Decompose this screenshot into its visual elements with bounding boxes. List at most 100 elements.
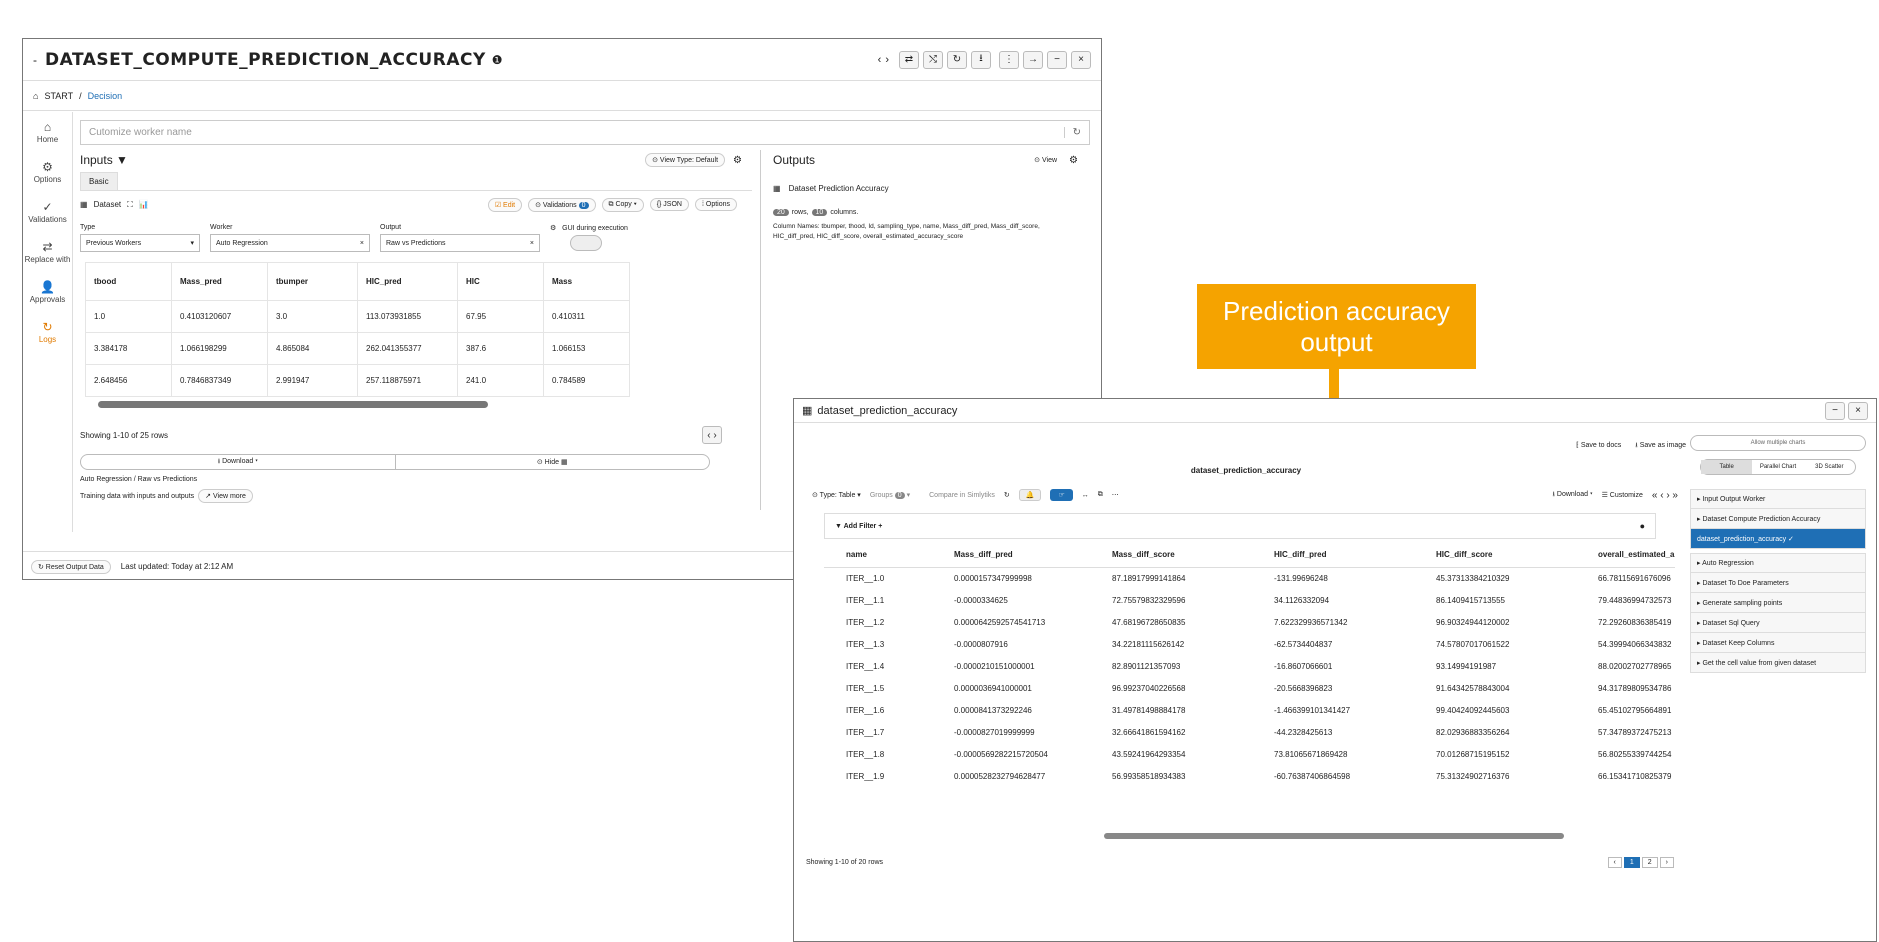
chart-icon[interactable]: 📊 (139, 200, 149, 209)
breadcrumb-start[interactable]: START (44, 91, 73, 101)
output-select[interactable]: Raw vs Predictions × (380, 234, 540, 252)
expand-horizontal-icon[interactable]: ↔ (1082, 492, 1089, 499)
pointer-icon[interactable]: ☞ (1050, 489, 1073, 501)
inputs-table: tbood Mass_pred tbumper HIC_pred HIC Mas… (85, 262, 630, 397)
column-header[interactable]: HIC_diff_score (1414, 543, 1576, 568)
sidebar-item-home[interactable]: ⌂ Home (23, 112, 72, 152)
refresh-icon[interactable]: ↻ (1004, 491, 1010, 499)
page-1-button[interactable]: 1 (1623, 857, 1640, 868)
column-header[interactable]: HIC (457, 262, 544, 301)
sidebar-item-approvals[interactable]: 👤 Approvals (23, 272, 72, 312)
column-header[interactable]: Mass_diff_score (1090, 543, 1252, 568)
download-button[interactable]: ⭳ Download ▾ (1553, 490, 1593, 501)
worker-item[interactable]: ▸ Dataset Sql Query (1690, 613, 1866, 633)
worker-item[interactable]: ▸ Generate sampling points (1690, 593, 1866, 613)
column-header[interactable]: name (824, 543, 932, 568)
column-header[interactable]: Mass (543, 262, 630, 301)
next-arrow-icon[interactable]: › (885, 54, 889, 66)
collapse-icon[interactable]: - (33, 53, 37, 67)
worker-item[interactable]: ▸ Input Output Worker (1690, 489, 1866, 509)
page-nav[interactable]: « ‹ › » (1652, 490, 1678, 501)
view-button[interactable]: ⊙ View (1034, 156, 1057, 164)
tab-basic[interactable]: Basic (80, 172, 118, 190)
allow-multiple-charts-button[interactable]: Allow multiple charts (1690, 435, 1866, 451)
shuffle-icon[interactable]: ⤭ (923, 50, 943, 69)
sidebar: ⌂ Home ⚙ Options ✓ Validations ⇄ Replace wit… (23, 112, 73, 532)
column-header[interactable]: Mass_pred (171, 262, 268, 301)
worker-item[interactable]: ▸ Get the cell value from given dataset (1690, 653, 1866, 673)
prev-page-button[interactable]: ‹ (1607, 857, 1622, 868)
column-header[interactable]: Mass_diff_pred (932, 543, 1090, 568)
view-more-button[interactable]: ↗ View more (198, 489, 253, 503)
column-header[interactable]: tbumper (267, 262, 358, 301)
options-button[interactable]: ⁞ Options (694, 198, 737, 211)
reset-output-button[interactable]: ↻ Reset Output Data (31, 559, 111, 574)
column-header[interactable]: HIC_diff_pred (1252, 543, 1414, 568)
horizontal-scrollbar[interactable] (1104, 833, 1564, 839)
compare-button[interactable]: Compare in Simlytiks (929, 492, 995, 499)
expand-icon[interactable]: ⛶ (127, 200, 133, 210)
validations-button[interactable]: ⊙ Validations 0 (528, 197, 596, 212)
json-button[interactable]: {} JSON (649, 198, 689, 211)
prev-arrow-icon[interactable]: ‹ (878, 54, 882, 66)
pagination[interactable]: ‹ › (702, 426, 722, 444)
worker-select[interactable]: Auto Regression × (210, 234, 370, 252)
worker-item[interactable]: ▸ Dataset Compute Prediction Accuracy (1690, 509, 1866, 529)
worker-name-input[interactable]: Cutomize worker name ↻ (80, 120, 1090, 145)
groups-dropdown[interactable]: Groups 0 ▾ (870, 491, 910, 499)
download-icon[interactable]: ⭳ (971, 50, 991, 69)
more-icon[interactable]: ⋮ (999, 50, 1019, 69)
view-type-button[interactable]: ⊙ View Type: Default (645, 153, 726, 167)
swap-icon[interactable]: ⇄ (899, 50, 919, 69)
minimize-icon[interactable]: − (1825, 401, 1845, 420)
tab-table[interactable]: Table (1701, 460, 1753, 474)
bell-icon[interactable]: 🔔 (1018, 489, 1042, 501)
next-page-button[interactable]: › (1659, 857, 1674, 868)
close-icon[interactable]: × (1848, 401, 1868, 420)
inputs-title[interactable]: Inputs ▼ (80, 153, 128, 167)
worker-item[interactable]: ▸ Auto Regression (1690, 553, 1866, 573)
column-header[interactable]: overall_estimated_a (1576, 543, 1675, 568)
breadcrumb-current[interactable]: Decision (88, 91, 123, 101)
gear-icon[interactable]: ⚙ (1069, 155, 1078, 166)
save-as-image-button[interactable]: ⭳ Save as image (1635, 441, 1686, 452)
gear-icon[interactable]: ⚙ (733, 155, 742, 166)
type-dropdown[interactable]: ⊙ Type: Table ▾ (812, 491, 861, 499)
clear-icon[interactable]: × (360, 240, 364, 247)
edit-button[interactable]: ☑ Edit (487, 197, 523, 212)
clear-icon[interactable]: × (530, 240, 534, 247)
sidebar-item-options[interactable]: ⚙ Options (23, 152, 72, 192)
info-icon[interactable]: ● (1640, 521, 1645, 531)
worker-item[interactable]: ▸ Dataset Keep Columns (1690, 633, 1866, 653)
download-button[interactable]: ⭳ Download ▾ (81, 455, 396, 469)
page-2-button[interactable]: 2 (1641, 857, 1658, 868)
add-filter-button[interactable]: ▼ Add Filter + (835, 523, 882, 530)
sidebar-item-logs[interactable]: ↻ Logs (23, 312, 72, 352)
customize-button[interactable]: ☰ Customize (1602, 491, 1643, 499)
tab-3d-scatter[interactable]: 3D Scatter (1804, 460, 1855, 474)
horizontal-scrollbar[interactable] (98, 401, 488, 408)
info-icon[interactable]: ❶ (492, 53, 503, 67)
home-icon[interactable]: ⌂ (33, 91, 38, 101)
refresh-icon[interactable]: ↻ (947, 50, 967, 69)
sidebar-item-replace[interactable]: ⇄ Replace with (23, 232, 72, 272)
minimize-icon[interactable]: − (1047, 50, 1067, 69)
close-icon[interactable]: × (1071, 50, 1091, 69)
worker-item-selected[interactable]: dataset_prediction_accuracy ✓ (1690, 529, 1866, 549)
sidebar-item-validations[interactable]: ✓ Validations (23, 192, 72, 232)
column-header[interactable]: HIC_pred (357, 262, 458, 301)
copy-icon[interactable]: ⧉ (1098, 491, 1103, 499)
more-icon[interactable]: ⋯ (1112, 491, 1119, 499)
type-select[interactable]: Previous Workers ▾ (80, 234, 200, 252)
column-header[interactable]: tbood (85, 262, 172, 301)
output-dataset-name[interactable]: Dataset Prediction Accuracy (789, 184, 889, 193)
copy-button[interactable]: ⧉ Copy ▾ (601, 197, 644, 212)
worker-item[interactable]: ▸ Dataset To Doe Parameters (1690, 573, 1866, 593)
refresh-icon[interactable]: ↻ (1063, 127, 1081, 138)
gui-toggle[interactable] (570, 235, 602, 251)
gear-icon[interactable]: ⚙ (550, 225, 556, 232)
tab-parallel-chart[interactable]: Parallel Chart (1752, 460, 1803, 474)
save-to-docs-button[interactable]: ⁅ Save to docs (1576, 441, 1621, 452)
arrow-right-icon[interactable]: → (1023, 50, 1043, 69)
hide-button[interactable]: ⊙ Hide ▦ (396, 455, 710, 469)
